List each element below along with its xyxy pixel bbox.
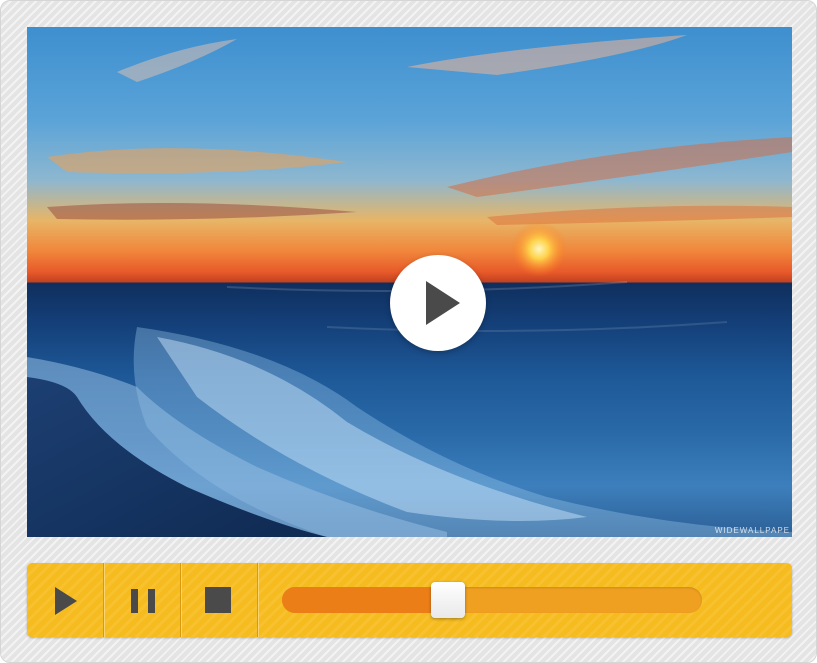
control-bar bbox=[27, 563, 792, 637]
pause-button[interactable] bbox=[104, 563, 180, 637]
play-icon bbox=[55, 587, 77, 615]
progress-thumb[interactable] bbox=[431, 582, 465, 618]
progress-track[interactable] bbox=[282, 582, 702, 618]
play-button[interactable] bbox=[27, 563, 103, 637]
progress-fill bbox=[282, 587, 448, 613]
video-viewport[interactable]: WIDEWALLPAPE bbox=[27, 27, 792, 537]
play-icon bbox=[426, 281, 460, 325]
watermark-text: WIDEWALLPAPE bbox=[714, 526, 790, 535]
pause-icon bbox=[131, 589, 155, 613]
stop-icon bbox=[205, 587, 231, 613]
divider bbox=[257, 563, 258, 637]
video-player: WIDEWALLPAPE bbox=[0, 0, 817, 663]
stop-button[interactable] bbox=[181, 563, 257, 637]
play-overlay-button[interactable] bbox=[390, 255, 486, 351]
